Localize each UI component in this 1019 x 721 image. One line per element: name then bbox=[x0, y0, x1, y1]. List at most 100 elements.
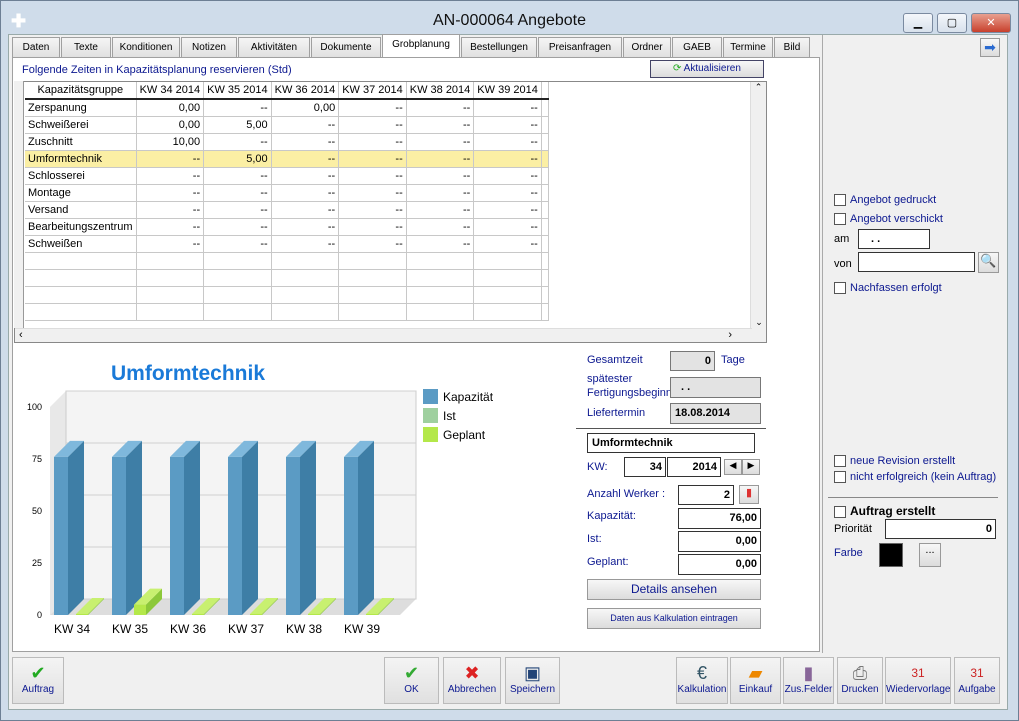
table-cell[interactable]: 10,00 bbox=[136, 133, 205, 151]
table-cell[interactable]: -- bbox=[473, 201, 542, 219]
table-cell[interactable]: -- bbox=[271, 235, 340, 253]
ok-button[interactable]: ✔ OK bbox=[384, 657, 439, 704]
table-cell[interactable]: -- bbox=[271, 184, 340, 202]
vertical-scrollbar[interactable]: ⌃ ⌄ bbox=[750, 82, 766, 342]
table-cell[interactable]: Schweißerei bbox=[25, 116, 137, 134]
table-cell[interactable]: -- bbox=[338, 99, 407, 117]
table-cell[interactable]: -- bbox=[338, 201, 407, 219]
table-cell[interactable]: -- bbox=[338, 167, 407, 185]
table-cell[interactable]: -- bbox=[473, 184, 542, 202]
table-cell[interactable]: 5,00 bbox=[203, 150, 272, 168]
werker-field[interactable]: 2 bbox=[678, 485, 734, 505]
table-cell[interactable]: -- bbox=[473, 99, 542, 117]
table-cell[interactable]: Schlosserei bbox=[25, 167, 137, 185]
table-cell[interactable]: -- bbox=[271, 218, 340, 236]
table-cell[interactable]: -- bbox=[406, 218, 475, 236]
tab-daten[interactable]: Daten bbox=[12, 37, 60, 57]
tab-gaeb[interactable]: GAEB bbox=[672, 37, 722, 57]
table-cell[interactable]: -- bbox=[473, 218, 542, 236]
von-field[interactable] bbox=[858, 252, 975, 272]
einkauf-button[interactable]: ▰ Einkauf bbox=[730, 657, 781, 704]
table-row[interactable]: Schlosserei -- -- -- -- -- -- bbox=[25, 167, 549, 185]
table-cell[interactable]: -- bbox=[473, 133, 542, 151]
tab-dokumente[interactable]: Dokumente bbox=[311, 37, 381, 57]
table-cell[interactable]: -- bbox=[271, 167, 340, 185]
column-header[interactable]: KW 38 2014 bbox=[406, 82, 475, 100]
table-row[interactable]: Versand -- -- -- -- -- -- bbox=[25, 201, 549, 219]
aufgabe-button[interactable]: 31 Aufgabe bbox=[954, 657, 1000, 704]
details-button[interactable]: Details ansehen bbox=[587, 579, 761, 600]
arrow-right-button[interactable]: ➡ bbox=[980, 38, 1000, 57]
table-cell[interactable]: Montage bbox=[25, 184, 137, 202]
table-cell[interactable]: -- bbox=[136, 150, 205, 168]
table-cell[interactable]: -- bbox=[338, 184, 407, 202]
auftrag-button[interactable]: ✔ Auftrag bbox=[12, 657, 64, 704]
color-picker-button[interactable]: ... bbox=[919, 543, 941, 567]
year-field[interactable]: 2014 bbox=[667, 457, 721, 477]
column-header[interactable]: KW 35 2014 bbox=[203, 82, 272, 100]
color-swatch[interactable] bbox=[879, 543, 903, 567]
table-cell[interactable]: -- bbox=[271, 133, 340, 151]
table-cell[interactable]: Bearbeitungszentrum bbox=[25, 218, 137, 236]
minimize-button[interactable]: ▁ bbox=[903, 13, 933, 33]
table-cell[interactable]: -- bbox=[406, 167, 475, 185]
table-row[interactable]: Umformtechnik -- 5,00 -- -- -- -- bbox=[25, 150, 549, 168]
search-icon[interactable]: 🔍 bbox=[978, 252, 999, 273]
table-cell[interactable]: -- bbox=[203, 99, 272, 117]
prioritaet-field[interactable]: 0 bbox=[885, 519, 996, 539]
table-cell[interactable]: -- bbox=[271, 201, 340, 219]
table-cell[interactable]: -- bbox=[136, 184, 205, 202]
table-cell[interactable]: -- bbox=[338, 218, 407, 236]
table-row[interactable]: Montage -- -- -- -- -- -- bbox=[25, 184, 549, 202]
table-cell[interactable]: -- bbox=[136, 218, 205, 236]
table-cell[interactable]: -- bbox=[406, 235, 475, 253]
tab-preisanfragen[interactable]: Preisanfragen bbox=[538, 37, 622, 57]
table-cell[interactable]: -- bbox=[203, 201, 272, 219]
table-cell[interactable]: 0,00 bbox=[136, 99, 205, 117]
tab-ordner[interactable]: Ordner bbox=[623, 37, 671, 57]
table-cell[interactable]: Versand bbox=[25, 201, 137, 219]
table-cell[interactable]: -- bbox=[473, 167, 542, 185]
table-cell[interactable]: -- bbox=[338, 150, 407, 168]
zusfelder-button[interactable]: ▮ Zus.Felder bbox=[783, 657, 834, 704]
next-week-button[interactable]: ▶ bbox=[742, 459, 760, 475]
column-header[interactable]: KW 37 2014 bbox=[338, 82, 407, 100]
revision-checkbox[interactable]: neue Revision erstellt bbox=[834, 455, 955, 468]
refresh-button[interactable]: ⟳ Aktualisieren bbox=[650, 60, 764, 78]
table-cell[interactable]: Umformtechnik bbox=[25, 150, 137, 168]
table-cell[interactable]: 5,00 bbox=[203, 116, 272, 134]
table-row[interactable]: Zerspanung 0,00 -- 0,00 -- -- -- bbox=[25, 99, 549, 117]
verschickt-checkbox[interactable]: Angebot verschickt bbox=[834, 213, 943, 226]
table-row[interactable]: Schweißen -- -- -- -- -- -- bbox=[25, 235, 549, 253]
kalkulation-eintragen-button[interactable]: Daten aus Kalkulation eintragen bbox=[587, 608, 761, 629]
table-row[interactable]: Bearbeitungszentrum -- -- -- -- -- -- bbox=[25, 218, 549, 236]
table-cell[interactable]: -- bbox=[473, 116, 542, 134]
maximize-button[interactable]: ▢ bbox=[937, 13, 967, 33]
table-cell[interactable]: 0,00 bbox=[271, 99, 340, 117]
book-icon[interactable]: ▮ bbox=[739, 485, 759, 504]
gedruckt-checkbox[interactable]: Angebot gedruckt bbox=[834, 194, 936, 207]
column-header[interactable]: Kapazitätsgruppe bbox=[25, 82, 137, 100]
table-cell[interactable]: -- bbox=[203, 235, 272, 253]
tab-konditionen[interactable]: Konditionen bbox=[112, 37, 180, 57]
table-cell[interactable]: -- bbox=[473, 150, 542, 168]
tab-bild[interactable]: Bild bbox=[774, 37, 810, 57]
drucken-button[interactable]: ⎙ Drucken bbox=[837, 657, 883, 704]
tab-texte[interactable]: Texte bbox=[61, 37, 111, 57]
close-button[interactable]: ✕ bbox=[971, 13, 1011, 33]
table-cell[interactable]: -- bbox=[406, 99, 475, 117]
table-cell[interactable]: -- bbox=[406, 133, 475, 151]
table-cell[interactable]: -- bbox=[338, 116, 407, 134]
nachfassen-checkbox[interactable]: Nachfassen erfolgt bbox=[834, 282, 942, 295]
auftrag-erstellt-checkbox[interactable]: Auftrag erstellt bbox=[834, 504, 935, 518]
tab-termine[interactable]: Termine bbox=[723, 37, 773, 57]
table-cell[interactable]: -- bbox=[203, 133, 272, 151]
table-cell[interactable]: -- bbox=[203, 167, 272, 185]
table-cell[interactable]: 0,00 bbox=[136, 116, 205, 134]
tab-aktivitäten[interactable]: Aktivitäten bbox=[238, 37, 310, 57]
table-cell[interactable]: -- bbox=[136, 201, 205, 219]
table-cell[interactable]: -- bbox=[338, 133, 407, 151]
table-cell[interactable]: -- bbox=[406, 201, 475, 219]
horizontal-scrollbar[interactable]: ‹ › bbox=[15, 328, 752, 342]
table-cell[interactable]: -- bbox=[203, 184, 272, 202]
